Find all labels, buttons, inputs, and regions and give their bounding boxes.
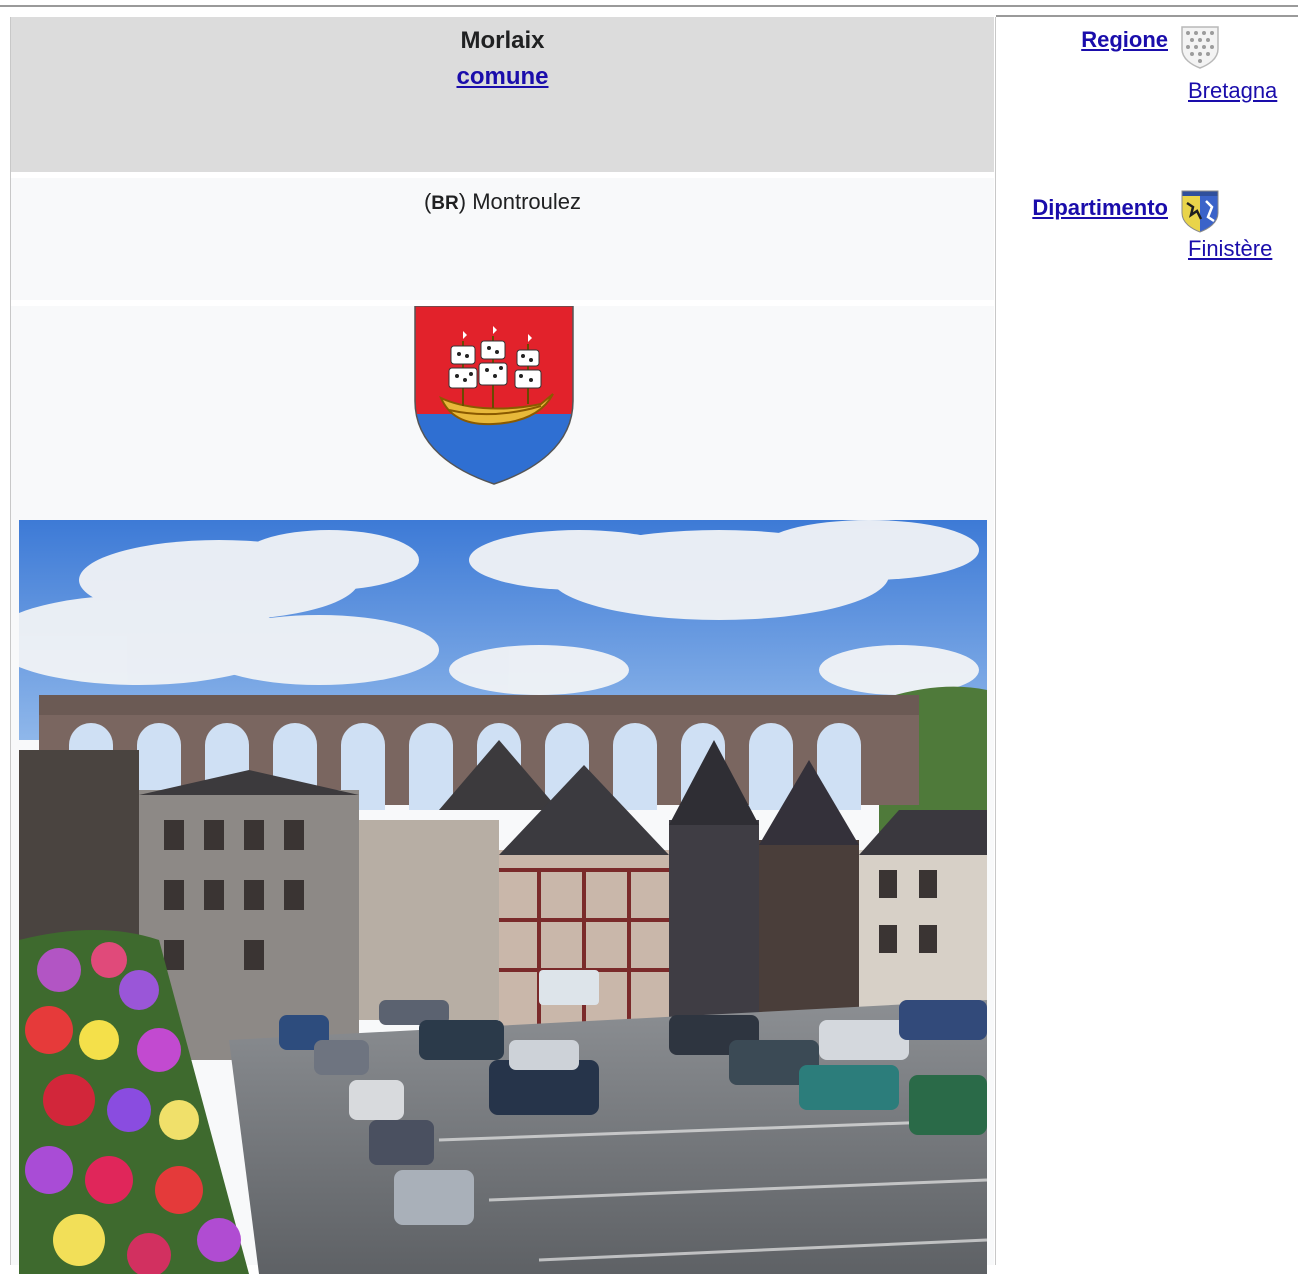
dipartimento-value: Finistère xyxy=(1188,236,1298,262)
dipartimento-label: Dipartimento xyxy=(996,191,1168,224)
image-cell xyxy=(11,306,994,1274)
type-row: comune xyxy=(11,63,994,91)
regione-value: Bretagna xyxy=(1180,74,1292,107)
bretagna-link[interactable]: Bretagna xyxy=(1188,78,1277,103)
local-name-text: Montroulez xyxy=(472,189,582,214)
local-name-lang-code: BR xyxy=(431,193,459,214)
gothic-shield-icon[interactable] xyxy=(1178,25,1222,69)
finistere-link[interactable]: Finistère xyxy=(1188,236,1272,261)
infobox-main-column: Morlaix comune (BR) Montroulez xyxy=(10,17,996,1274)
comune-link[interactable]: comune xyxy=(456,63,548,90)
local-name: (BR) Montroulez xyxy=(423,189,582,214)
coat-of-arms-icon[interactable] xyxy=(413,306,575,486)
infobox-title-cell: Morlaix comune xyxy=(11,17,994,172)
town-photo[interactable] xyxy=(19,520,987,1274)
dipartimento-link[interactable]: Dipartimento xyxy=(1032,195,1168,220)
infobox-side-column: Regione Bretagna Dipartimento Finistère xyxy=(996,17,1298,317)
regione-label: Regione xyxy=(996,27,1168,53)
local-name-cell: (BR) Montroulez xyxy=(11,178,994,300)
page-title: Morlaix xyxy=(460,27,545,54)
regione-link[interactable]: Regione xyxy=(1081,27,1168,52)
infobox: Morlaix comune (BR) Montroulez Regione B… xyxy=(0,5,1298,1274)
department-shield-icon[interactable] xyxy=(1178,189,1222,233)
